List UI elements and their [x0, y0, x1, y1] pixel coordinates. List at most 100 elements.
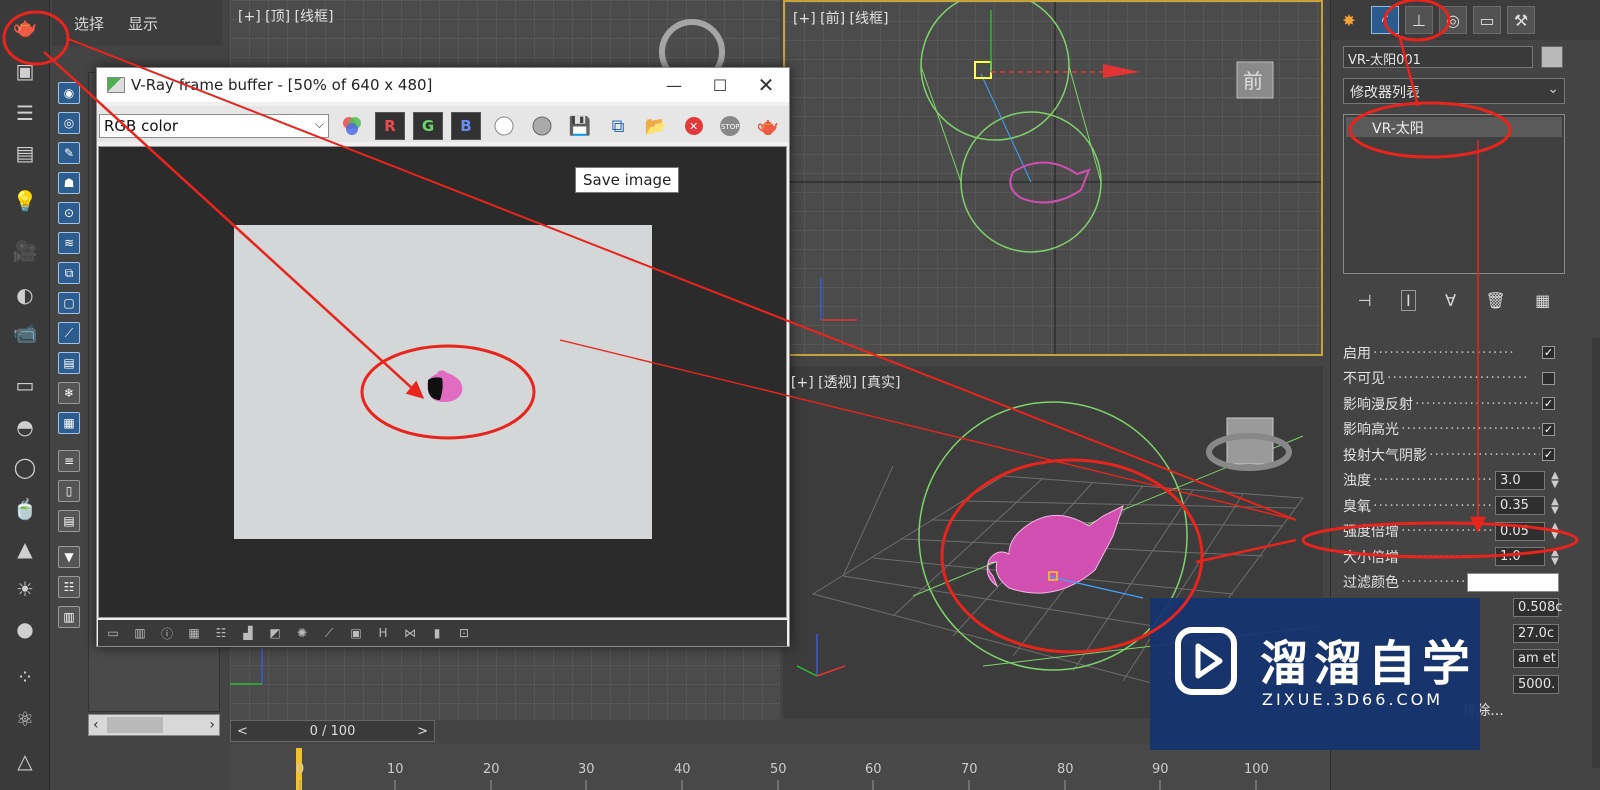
viewport-top-label[interactable]: [+] [顶] [线框] [238, 6, 333, 26]
pin-stack-icon[interactable]: ⊣ [1358, 291, 1372, 310]
list-icon[interactable]: ☰ [10, 100, 40, 126]
viewport-front-label[interactable]: [+] [前] [线框] [793, 8, 888, 28]
next-frame-button[interactable]: > [417, 724, 428, 739]
prev-frame-button[interactable]: < [237, 724, 248, 739]
channels-icon[interactable]: ▮ [428, 626, 446, 640]
partial-spinner[interactable]: 27.0c [1513, 623, 1559, 643]
filter-shapes-icon[interactable]: ◎ [58, 112, 80, 134]
partial-spinner[interactable]: 0.508c [1513, 598, 1562, 618]
layer-settings-icon[interactable]: ▥ [58, 606, 80, 628]
layer-list-icon[interactable]: ≡ [58, 450, 80, 472]
render-teapot-icon[interactable]: 🫖 [753, 112, 783, 140]
make-unique-icon[interactable]: ∀ [1445, 291, 1456, 310]
motion-tab-icon[interactable]: ◎ [1439, 6, 1467, 34]
render-frame-icon[interactable]: ▣ [10, 58, 40, 84]
minimize-button[interactable]: — [651, 68, 697, 102]
invisible-checkbox[interactable] [1542, 371, 1555, 385]
partial-dropdown[interactable]: am et [1513, 649, 1559, 669]
green-channel-button[interactable]: G [413, 112, 443, 140]
remove-modifier-icon[interactable]: 🗑 [1485, 291, 1505, 310]
dome-icon[interactable]: ◓ [10, 414, 40, 440]
modify-tab-icon[interactable]: ◜ [1371, 6, 1399, 34]
object-color-swatch[interactable] [1541, 46, 1563, 68]
white-point-icon[interactable] [489, 112, 519, 140]
show-end-result-icon[interactable]: I [1401, 289, 1416, 311]
teapot-wire-icon[interactable]: 🍵 [10, 496, 40, 522]
plane-icon[interactable]: ▭ [10, 372, 40, 398]
filter-xrefs-icon[interactable]: ▢ [58, 292, 80, 314]
affect-diffuse-checkbox[interactable]: ✓ [1542, 397, 1555, 411]
close-button[interactable]: ✕ [743, 68, 789, 102]
histogram-icon[interactable]: ▟ [239, 626, 257, 640]
filter-frozen-icon[interactable]: ❄ [58, 382, 80, 404]
stop-render-icon[interactable]: STOP [715, 112, 745, 140]
enable-checkbox[interactable]: ✓ [1542, 346, 1555, 360]
filter-cameras-icon[interactable]: ☗ [58, 172, 80, 194]
partial-spinner[interactable]: 5000. [1513, 674, 1559, 694]
modifier-stack[interactable]: VR-太阳 [1343, 114, 1565, 274]
channel-select[interactable]: RGB color ⌵ [99, 114, 329, 138]
turbidity-spinner[interactable]: 3.0 [1495, 470, 1545, 490]
spinner-arrows-icon[interactable]: ▲ ▼ [1549, 547, 1561, 566]
menu-select[interactable]: 选择 [74, 13, 104, 34]
filter-spacewarps-icon[interactable]: ≋ [58, 232, 80, 254]
red-channel-button[interactable]: R [375, 112, 405, 140]
molecule-icon[interactable]: ⚛ [10, 706, 40, 732]
grey-point-icon[interactable] [527, 112, 557, 140]
size-multiplier-spinner[interactable]: 1.0 [1495, 547, 1545, 567]
color-mode-icon[interactable] [337, 112, 367, 140]
explorer-scrollbar[interactable]: ‹ › [88, 714, 220, 736]
pixel-info-icon[interactable]: ▦ [185, 626, 203, 640]
table-icon[interactable]: ▤ [10, 140, 40, 166]
spinner-arrows-icon[interactable]: ▲ ▼ [1549, 522, 1561, 541]
video-camera-icon[interactable]: 📹 [10, 320, 40, 346]
filter-hidden-icon[interactable]: ▦ [58, 412, 80, 434]
disc-icon[interactable]: ● [10, 616, 40, 642]
layer-filter-icon[interactable]: ☷ [58, 576, 80, 598]
affect-specular-checkbox[interactable]: ✓ [1542, 422, 1555, 436]
cone-icon[interactable]: ▲ [10, 536, 40, 562]
stack-item-vr-sun[interactable]: VR-太阳 [1346, 117, 1562, 137]
exposure-icon[interactable]: ◩ [266, 626, 284, 640]
clear-image-icon[interactable]: ✕ [679, 112, 709, 140]
save-all-icon[interactable]: ⧉ [603, 112, 633, 140]
spinner-arrows-icon[interactable]: ▲ ▼ [1549, 471, 1561, 490]
display-tab-icon[interactable]: ▭ [1473, 6, 1501, 34]
scroll-left-icon[interactable]: ‹ [93, 717, 99, 733]
viewport-front[interactable]: [+] [前] [线框] 前 [783, 0, 1323, 356]
object-name-field[interactable]: VR-太阳001 [1343, 46, 1533, 68]
utilities-tab-icon[interactable]: ⚒ [1507, 6, 1535, 34]
filter-lights-icon[interactable]: ✎ [58, 142, 80, 164]
teapot-icon[interactable]: 🫖 [10, 14, 40, 40]
hierarchy-tab-icon[interactable]: ⊥ [1405, 6, 1433, 34]
funnel-icon[interactable]: ▼ [58, 546, 80, 568]
filter-geometry-icon[interactable]: ◉ [58, 82, 80, 104]
filter-color-swatch[interactable] [1467, 572, 1559, 592]
display-correction-icon[interactable]: ▭ [104, 626, 122, 640]
hsv-label[interactable]: H [374, 626, 392, 640]
light-icon[interactable]: 💡 [10, 188, 40, 214]
layer-blank-icon[interactable]: ▯ [58, 480, 80, 502]
create-tab-icon[interactable]: ✸ [1335, 6, 1363, 34]
moon-icon[interactable]: ◐ [10, 282, 40, 308]
intensity-multiplier-spinner[interactable]: 0.05 [1495, 521, 1545, 541]
timeline-ruler[interactable]: 0 10 20 30 40 50 60 70 80 90 100 [230, 744, 1330, 790]
maximize-button[interactable]: ☐ [697, 68, 743, 102]
info-icon[interactable]: ⓘ [158, 625, 176, 642]
pyramid-icon[interactable]: △ [10, 748, 40, 774]
color-corrections-icon[interactable]: ▥ [131, 626, 149, 640]
modifier-list-dropdown[interactable]: 修改器列表 ⌄ [1343, 78, 1565, 104]
curves-icon[interactable]: ⟋ [320, 626, 338, 641]
atmo-shadows-checkbox[interactable]: ✓ [1542, 448, 1555, 462]
filter-helpers-icon[interactable]: ⊙ [58, 202, 80, 224]
render-canvas[interactable]: Save image [98, 146, 787, 618]
spinner-arrows-icon[interactable]: ▲ ▼ [1549, 496, 1561, 515]
filter-groups-icon[interactable]: ⧉ [58, 262, 80, 284]
sphere-icon[interactable]: ◯ [10, 454, 40, 480]
blue-channel-button[interactable]: B [451, 112, 481, 140]
region-render-icon[interactable]: ⊡ [455, 626, 473, 640]
sun-icon[interactable]: ☀ [10, 576, 40, 602]
vfb-title-bar[interactable]: V-Ray frame buffer - [50% of 640 x 480] … [97, 68, 789, 102]
particles-icon[interactable]: ⁘ [10, 664, 40, 690]
configure-sets-icon[interactable]: ▦ [1535, 291, 1550, 310]
